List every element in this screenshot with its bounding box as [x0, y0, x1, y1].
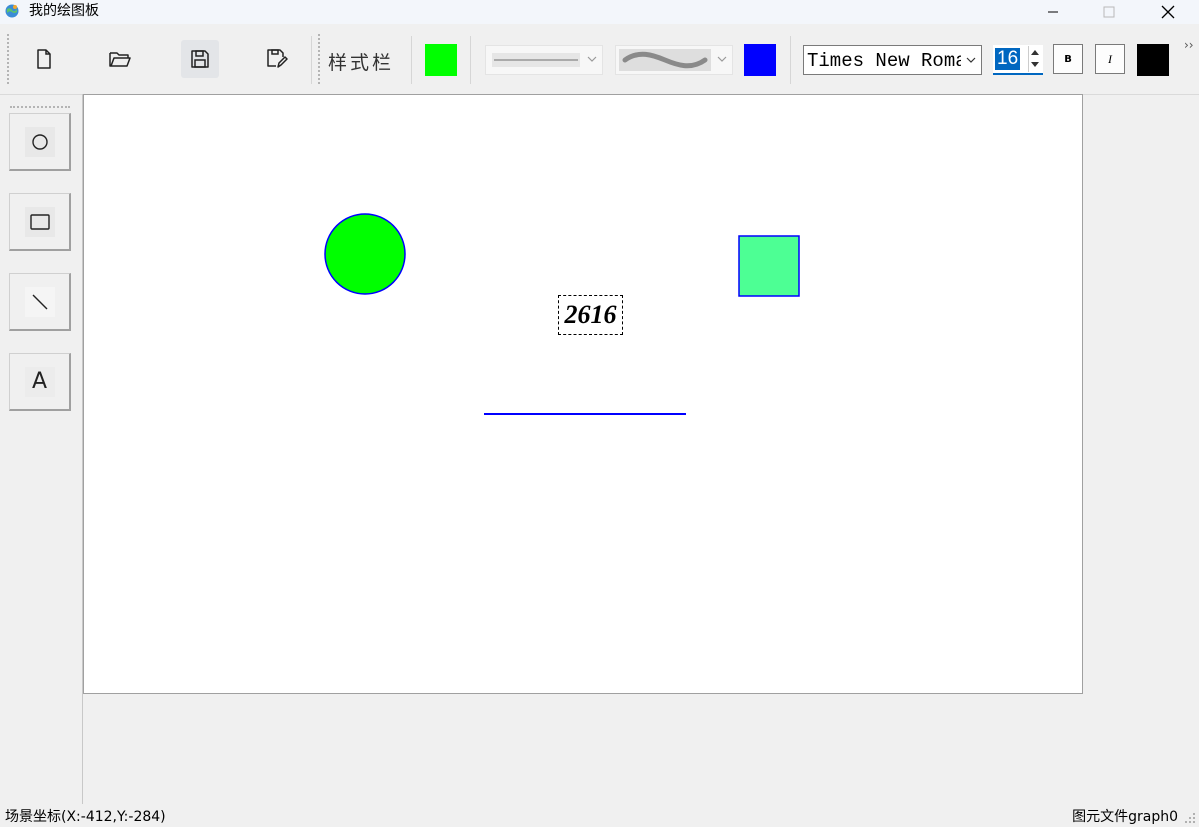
circle-icon: [31, 133, 48, 150]
style-toolbar-grip[interactable]: [318, 34, 320, 84]
minimize-icon: [1048, 11, 1058, 13]
window-title: 我的绘图板: [29, 3, 99, 19]
spin-down-icon[interactable]: [1031, 62, 1039, 68]
save-button[interactable]: [181, 40, 219, 78]
save-as-button[interactable]: [258, 40, 296, 78]
title-bar: 我的绘图板: [0, 0, 1199, 24]
toolbar-overflow-button[interactable]: ››: [1184, 38, 1194, 52]
text-color-button[interactable]: [1137, 44, 1169, 76]
font-size-spinbox[interactable]: 16: [993, 45, 1043, 75]
line-icon: [32, 294, 47, 309]
toolbar-separator: [311, 36, 312, 84]
save-icon: [191, 50, 209, 68]
resize-grip-icon[interactable]: [1184, 812, 1196, 824]
close-button[interactable]: [1145, 0, 1191, 24]
line-style-combo[interactable]: [485, 45, 603, 75]
circle-tool[interactable]: [9, 113, 71, 171]
maximize-icon: [1103, 6, 1115, 18]
font-family-value: Times New Roman: [807, 50, 979, 72]
text-shape[interactable]: 2616: [558, 295, 623, 335]
toolbar: 样式栏 Times New Roman 16 B I ››: [0, 24, 1199, 95]
toolbar-separator: [411, 36, 412, 84]
spin-up-icon[interactable]: [1031, 49, 1039, 55]
line-tool[interactable]: [9, 273, 71, 331]
toolbar-separator: [470, 36, 471, 84]
maximize-button[interactable]: [1086, 0, 1132, 24]
text-icon: A: [31, 369, 48, 394]
fill-color-button[interactable]: [425, 44, 457, 76]
drawing-canvas[interactable]: 2616: [83, 94, 1083, 694]
style-toolbar-label: 样式栏: [328, 52, 395, 74]
save-as-icon: [267, 49, 288, 68]
font-family-combo[interactable]: Times New Roman: [803, 45, 982, 75]
globe-paint-icon: [5, 4, 19, 18]
brush-style-combo[interactable]: [615, 45, 733, 75]
chevron-down-icon: [717, 56, 727, 62]
bold-button[interactable]: B: [1053, 44, 1083, 74]
open-folder-icon: [109, 52, 131, 67]
new-file-icon: [37, 49, 51, 69]
tool-palette-grip[interactable]: [10, 106, 70, 108]
open-file-button[interactable]: [101, 40, 139, 78]
toolbar-grip[interactable]: [7, 34, 9, 84]
circle-shape[interactable]: [324, 213, 406, 295]
rectangle-tool[interactable]: [9, 193, 71, 251]
straight-line-icon: [492, 53, 580, 67]
rectangle-icon: [29, 213, 50, 230]
graph-file-label: 图元文件graph0: [1072, 809, 1178, 825]
square-shape[interactable]: [738, 235, 800, 297]
new-file-button[interactable]: [25, 40, 63, 78]
font-size-value[interactable]: 16: [995, 48, 1021, 70]
canvas-shapes: [324, 213, 800, 415]
scene-coordinates: 场景坐标(X:-412,Y:-284): [5, 809, 166, 825]
tool-palette: A: [0, 94, 82, 804]
chevron-down-icon: [966, 57, 976, 63]
italic-button[interactable]: I: [1095, 44, 1125, 74]
close-icon: [1161, 5, 1175, 19]
toolbar-separator: [790, 36, 791, 84]
wave-line-icon: [619, 49, 711, 71]
minimize-button[interactable]: [1030, 0, 1076, 24]
line-color-button[interactable]: [744, 44, 776, 76]
text-tool[interactable]: A: [9, 353, 71, 411]
chevron-down-icon: [587, 56, 597, 62]
